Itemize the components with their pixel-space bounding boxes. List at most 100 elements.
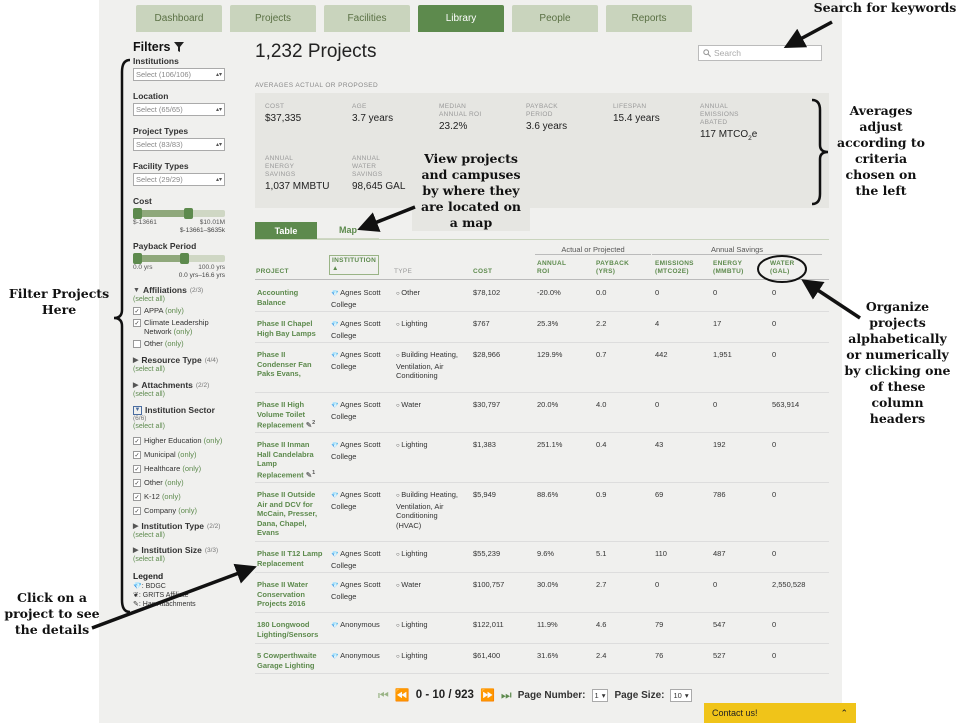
tab-map-view[interactable]: Map <box>317 222 379 239</box>
tab-projects[interactable]: Projects <box>230 5 316 32</box>
only-link[interactable]: (only) <box>204 436 223 445</box>
project-link[interactable]: Phase II Condenser Fan Paks Evans, <box>257 350 325 379</box>
page-title: 1,232 Projects <box>255 41 377 62</box>
sector-k12[interactable]: ✓ K-12 (only) <box>133 492 233 501</box>
cost-slider[interactable] <box>133 208 225 219</box>
col-institution-label: INSTITUTION <box>332 257 377 264</box>
table-row[interactable]: Phase II Outside Air and DCV for McCain,… <box>255 483 829 542</box>
facility-types-select[interactable]: Select (29/29) ▴▾ <box>133 173 225 186</box>
col-cost[interactable]: COST <box>473 268 492 276</box>
only-link[interactable]: (only) <box>178 506 197 515</box>
institution-type-select-all[interactable]: (select all) <box>133 532 233 539</box>
affiliation-cln[interactable]: ✓ Climate Leadership Network (only) <box>133 318 233 336</box>
checkbox-checked-icon[interactable]: ✓ <box>133 479 141 487</box>
table-row[interactable]: 180 Longwood Lighting/Sensors 💎 Anonymous… <box>255 613 829 644</box>
first-page-icon[interactable]: ⏮ <box>378 688 389 703</box>
resource-type-facet[interactable]: ▶ Resource Type (4/4) <box>133 355 233 365</box>
payback-slider-max-handle[interactable] <box>180 253 189 264</box>
checkbox-checked-icon[interactable]: ✓ <box>133 307 141 315</box>
project-link[interactable]: Accounting Balance <box>257 288 325 307</box>
only-link[interactable]: (only) <box>165 339 184 348</box>
prev-page-icon[interactable]: ⏪ <box>395 688 410 702</box>
tab-dashboard[interactable]: Dashboard <box>136 5 222 32</box>
project-link[interactable]: Phase II Outside Air and DCV for McCain,… <box>257 490 325 538</box>
table-row[interactable]: Phase II High Volume Toilet Replacement … <box>255 393 829 433</box>
checkbox-checked-icon[interactable]: ✓ <box>133 493 141 501</box>
project-types-select[interactable]: Select (83/83) ▴▾ <box>133 138 225 151</box>
project-link[interactable]: Phase II T12 Lamp Replacement <box>257 549 325 568</box>
institution-size-select-all[interactable]: (select all) <box>133 556 233 563</box>
sector-higher-ed[interactable]: ✓ Higher Education (only) <box>133 436 233 445</box>
contact-us-button[interactable]: Contact us! ⌃ <box>704 703 856 723</box>
affiliations-facet[interactable]: ▼ Affiliations (2/3) <box>133 285 233 295</box>
checkbox-checked-icon[interactable]: ✓ <box>133 437 141 445</box>
page-number-select[interactable]: 1 ▾ <box>591 688 609 702</box>
only-link[interactable]: (only) <box>178 450 197 459</box>
table-row[interactable]: 5 Cowperthwaite Garage Lighting 💎 Anonymo… <box>255 644 829 674</box>
only-link[interactable]: (only) <box>174 327 193 336</box>
checkbox-checked-icon[interactable]: ✓ <box>133 465 141 473</box>
checkbox-unchecked-icon[interactable] <box>133 340 141 348</box>
project-link[interactable]: Phase II Water Conservation Projects 201… <box>257 580 325 609</box>
only-link[interactable]: (only) <box>162 492 181 501</box>
table-row[interactable]: Phase II Inman Hall Candelabra Lamp Repl… <box>255 433 829 483</box>
col-project[interactable]: PROJECT <box>256 268 289 276</box>
cost-slider-min-handle[interactable] <box>133 208 142 219</box>
payback-slider-min-handle[interactable] <box>133 253 142 264</box>
page-size-select[interactable]: 10 ▾ <box>670 688 692 702</box>
sector-other[interactable]: ✓ Other (only) <box>133 478 233 487</box>
cost-slider-max-handle[interactable] <box>184 208 193 219</box>
project-link[interactable]: Phase II Chapel High Bay Lamps <box>257 319 325 338</box>
table-row[interactable]: Phase II Water Conservation Projects 201… <box>255 573 829 613</box>
table-row[interactable]: Phase II Chapel High Bay Lamps 💎 Agnes Sc… <box>255 312 829 343</box>
last-page-icon[interactable]: ⏭ <box>501 688 512 703</box>
project-link[interactable]: 5 Cowperthwaite Garage Lighting <box>257 651 325 670</box>
resource-type-select-all[interactable]: (select all) <box>133 366 233 373</box>
caret-right-icon: ▶ <box>133 382 139 389</box>
table-row[interactable]: Phase II T12 Lamp Replacement 💎 Agnes Sco… <box>255 542 829 573</box>
search-input[interactable]: Search <box>698 45 822 61</box>
institutions-select[interactable]: Select (106/106) ▴▾ <box>133 68 225 81</box>
affiliation-other[interactable]: Other (only) <box>133 339 233 348</box>
only-link[interactable]: (only) <box>165 478 184 487</box>
payback-slider[interactable] <box>133 253 225 264</box>
tab-people[interactable]: People <box>512 5 598 32</box>
col-payback[interactable]: PAYBACK (YRS) <box>596 260 629 276</box>
tab-reports[interactable]: Reports <box>606 5 692 32</box>
col-water-label-2: (GAL) <box>770 268 790 275</box>
checkbox-checked-icon[interactable]: ✓ <box>133 507 141 515</box>
location-select[interactable]: Select (65/65) ▴▾ <box>133 103 225 116</box>
sector-healthcare[interactable]: ✓ Healthcare (only) <box>133 464 233 473</box>
sector-company[interactable]: ✓ Company (only) <box>133 506 233 515</box>
col-energy[interactable]: ENERGY (MMBTU) <box>713 260 744 276</box>
only-link[interactable]: (only) <box>165 306 184 315</box>
sector-municipal[interactable]: ✓ Municipal (only) <box>133 450 233 459</box>
tab-facilities[interactable]: Facilities <box>324 5 410 32</box>
project-link[interactable]: 180 Longwood Lighting/Sensors <box>257 620 325 639</box>
chevron-down-icon: ▾ <box>601 690 606 700</box>
table-row[interactable]: Accounting Balance 💎 Agnes Scott College ○… <box>255 281 829 312</box>
col-roi[interactable]: ANNUAL ROI <box>537 260 566 276</box>
next-page-icon[interactable]: ⏩ <box>480 688 495 702</box>
institution-size-facet[interactable]: ▶ Institution Size (3/3) <box>133 545 233 555</box>
col-emissions[interactable]: EMISSIONS (MTCO2E) <box>655 260 694 276</box>
col-institution[interactable]: INSTITUTION ▲ <box>329 255 380 275</box>
attachments-facet[interactable]: ▶ Attachments (2/2) <box>133 380 233 390</box>
table-row[interactable]: Phase II Condenser Fan Paks Evans, 💎 Agne… <box>255 343 829 393</box>
only-link[interactable]: (only) <box>182 464 201 473</box>
institution-sector-facet[interactable]: ▼ Institution Sector <box>133 405 233 415</box>
attachment-count: 1 <box>312 469 316 476</box>
checkbox-checked-icon[interactable]: ✓ <box>133 319 141 327</box>
affiliation-appa[interactable]: ✓ APPA (only) <box>133 306 233 315</box>
stat-energy-value: 1,037 MMBTU <box>265 181 330 192</box>
project-link[interactable]: Phase II Inman Hall Candelabra Lamp Repl… <box>257 440 325 480</box>
institution-type-facet[interactable]: ▶ Institution Type (2/2) <box>133 521 233 531</box>
tab-table-view[interactable]: Table <box>255 222 317 239</box>
attachments-select-all[interactable]: (select all) <box>133 391 233 398</box>
tab-library[interactable]: Library <box>418 5 504 32</box>
project-link[interactable]: Phase II High Volume Toilet Replacement … <box>257 400 325 430</box>
affiliations-select-all[interactable]: (select all) <box>133 296 233 303</box>
col-water[interactable]: WATER (GAL) <box>770 260 795 276</box>
checkbox-checked-icon[interactable]: ✓ <box>133 451 141 459</box>
institution-sector-select-all[interactable]: (select all) <box>133 423 233 430</box>
